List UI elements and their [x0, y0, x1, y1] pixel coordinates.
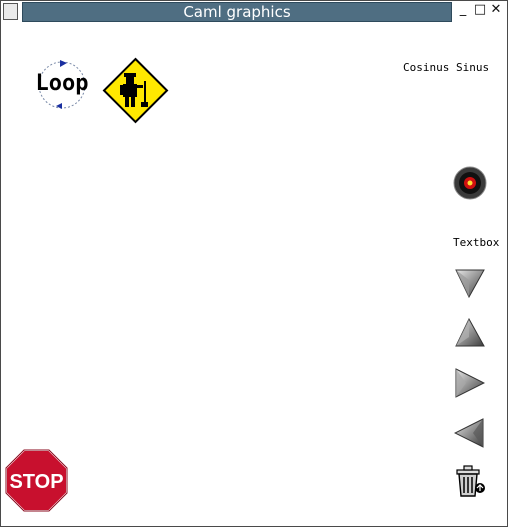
red-eye-graphic: [453, 166, 487, 200]
stop-label: STOP: [9, 471, 63, 493]
loop-icon-graphic: Loop: [36, 60, 89, 109]
stop-sign-graphic: STOP: [5, 449, 68, 512]
arrow-up-graphic: [455, 317, 485, 347]
arrow-left-graphic: [453, 418, 484, 448]
maximize-button[interactable]: □: [473, 3, 487, 17]
loop-label: Loop: [36, 71, 89, 96]
textbox-label: Textbox :: [453, 236, 508, 249]
cosinus-sinus-label: Cosinus Sinus: [403, 61, 490, 74]
arrow-down-graphic: [455, 269, 485, 299]
arrow-left-icon[interactable]: [453, 418, 484, 448]
arrow-up-icon[interactable]: [455, 317, 485, 348]
window-title: Caml graphics: [183, 3, 291, 21]
window-menu-button[interactable]: [3, 3, 18, 20]
close-button[interactable]: ✕: [489, 3, 503, 17]
stop-sign-icon[interactable]: STOP: [5, 449, 68, 512]
trash-graphic: [456, 465, 485, 497]
worker-warning-icon[interactable]: [102, 57, 169, 124]
loop-icon[interactable]: Loop: [32, 58, 92, 110]
trash-icon[interactable]: [453, 462, 487, 498]
red-eye-icon[interactable]: [453, 166, 487, 200]
arrow-down-icon[interactable]: [455, 268, 485, 299]
arrow-right-graphic: [455, 368, 486, 398]
titlebar[interactable]: Caml graphics: [22, 2, 452, 22]
worker-warning-graphic: [102, 57, 169, 124]
arrow-right-icon[interactable]: [455, 368, 486, 398]
minimize-button[interactable]: _: [456, 3, 470, 17]
